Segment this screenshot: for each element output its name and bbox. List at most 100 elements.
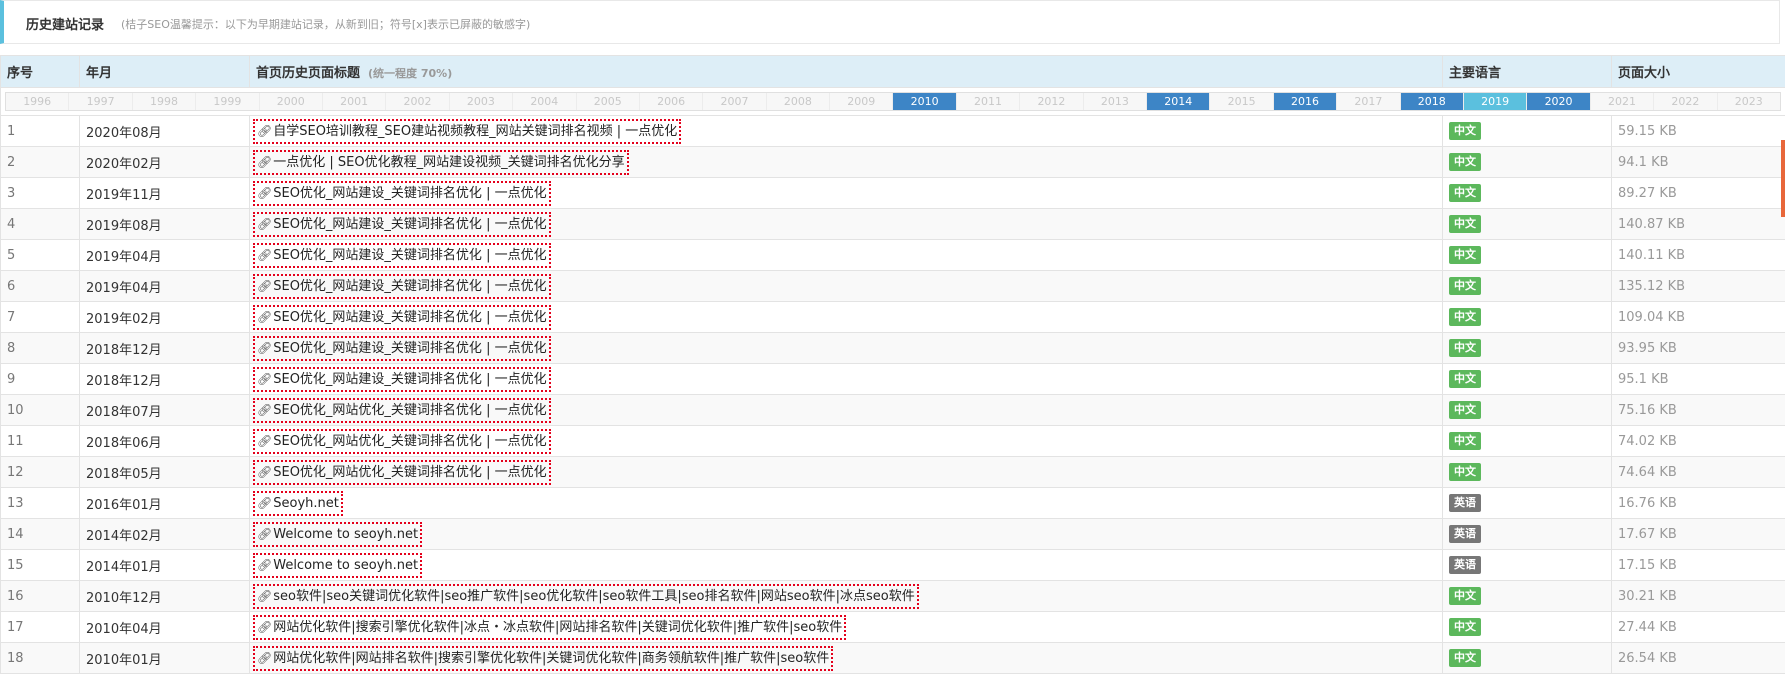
link-icon: 🔗︎: [257, 247, 273, 262]
history-title-link[interactable]: 🔗︎SEO优化_网站优化_关键词排名优化 | 一点优化: [253, 428, 551, 454]
year-tab-2007: 2007: [703, 93, 767, 110]
history-title-link[interactable]: 🔗︎Welcome to seoyh.net: [253, 521, 423, 547]
row-index: 7: [0, 301, 80, 333]
year-tab-2009: 2009: [830, 93, 894, 110]
link-icon: 🔗︎: [257, 123, 273, 138]
row-month: 2010年01月: [79, 642, 250, 674]
link-icon: 🔗︎: [257, 619, 273, 634]
history-title-link[interactable]: 🔗︎SEO优化_网站建设_关键词排名优化 | 一点优化: [253, 180, 551, 206]
row-lang-cell: 中文: [1442, 456, 1612, 488]
year-filter-row: 1996 1997 1998 1999 2000 2001 2002 2003 2004 2005…: [0, 87, 1785, 116]
row-month: 2019年02月: [79, 301, 250, 333]
link-icon: 🔗︎: [257, 278, 273, 293]
history-title-link[interactable]: 🔗︎SEO优化_网站建设_关键词排名优化 | 一点优化: [253, 273, 551, 299]
history-title-link[interactable]: 🔗︎一点优化 | SEO优化教程_网站建设视频_关键词排名优化分享: [253, 149, 629, 175]
row-month: 2018年07月: [79, 394, 250, 426]
row-size: 94.1 KB: [1611, 146, 1785, 178]
row-month: 2014年02月: [79, 518, 250, 550]
year-tab-2014[interactable]: 2014: [1147, 93, 1211, 110]
history-title-text: SEO优化_网站建设_关键词排名优化 | 一点优化: [273, 247, 547, 263]
lang-badge: 中文: [1449, 277, 1481, 295]
link-icon: 🔗︎: [257, 526, 273, 541]
history-title-link[interactable]: 🔗︎SEO优化_网站建设_关键词排名优化 | 一点优化: [253, 304, 551, 330]
lang-badge: 中文: [1449, 649, 1481, 667]
year-tab-2012: 2012: [1020, 93, 1084, 110]
year-tab-2008: 2008: [766, 93, 831, 110]
year-tab-2016[interactable]: 2016: [1273, 93, 1338, 110]
year-tab-2019[interactable]: 2019: [1463, 93, 1528, 110]
year-tab-2004: 2004: [513, 93, 577, 110]
history-title-link[interactable]: 🔗︎Welcome to seoyh.net: [253, 552, 423, 578]
table-row: 4 2019年08月 🔗︎SEO优化_网站建设_关键词排名优化 | 一点优化 中文 14…: [0, 208, 1785, 240]
row-lang-cell: 中文: [1442, 332, 1612, 364]
history-title-text: SEO优化_网站优化_关键词排名优化 | 一点优化: [273, 433, 547, 449]
link-icon: 🔗︎: [257, 309, 273, 324]
year-filter-cell: 1996 1997 1998 1999 2000 2001 2002 2003 2004 2005…: [0, 87, 1785, 116]
panel-title: 历史建站记录: [26, 18, 105, 33]
history-title-text: SEO优化_网站建设_关键词排名优化 | 一点优化: [273, 309, 547, 325]
history-title-text: SEO优化_网站建设_关键词排名优化 | 一点优化: [273, 185, 547, 201]
history-title-link[interactable]: 🔗︎SEO优化_网站建设_关键词排名优化 | 一点优化: [253, 242, 551, 268]
row-lang-cell: 中文: [1442, 363, 1612, 395]
history-title-text: SEO优化_网站优化_关键词排名优化 | 一点优化: [273, 402, 547, 418]
history-title-text: seo软件|seo关键词优化软件|seo推广软件|seo优化软件|seo软件工具…: [273, 588, 915, 604]
history-title-link[interactable]: 🔗︎网站优化软件|搜索引擎优化软件|冰点・冰点软件|网站排名软件|关键词优化软件…: [253, 614, 847, 640]
year-tab-2001: 2001: [322, 93, 387, 110]
col-size-header: 页面大小: [1611, 55, 1785, 88]
history-title-link[interactable]: 🔗︎seo软件|seo关键词优化软件|seo推广软件|seo优化软件|seo软件…: [253, 583, 919, 609]
row-index: 12: [0, 456, 80, 488]
history-title-link[interactable]: 🔗︎SEO优化_网站建设_关键词排名优化 | 一点优化: [253, 211, 551, 237]
row-lang-cell: 中文: [1442, 425, 1612, 457]
history-title-link[interactable]: 🔗︎网站优化软件|网站排名软件|搜索引擎优化软件|关键词优化软件|商务领航软件|…: [253, 645, 834, 671]
year-tab-2020[interactable]: 2020: [1527, 93, 1591, 110]
row-lang-cell: 英语: [1442, 549, 1612, 581]
year-tab-1999: 1999: [196, 93, 260, 110]
row-index: 1: [0, 115, 80, 147]
table-row: 11 2018年06月 🔗︎SEO优化_网站优化_关键词排名优化 | 一点优化 中文 7…: [0, 425, 1785, 457]
col-title-label: 首页历史页面标题: [256, 66, 361, 81]
row-lang-cell: 中文: [1442, 611, 1612, 643]
row-title-cell: 🔗︎SEO优化_网站建设_关键词排名优化 | 一点优化: [249, 270, 1443, 302]
history-title-link[interactable]: 🔗︎SEO优化_网站建设_关键词排名优化 | 一点优化: [253, 366, 551, 392]
history-title-link[interactable]: 🔗︎SEO优化_网站建设_关键词排名优化 | 一点优化: [253, 335, 551, 361]
history-title-link[interactable]: 🔗︎Seoyh.net: [253, 490, 343, 516]
row-title-cell: 🔗︎Seoyh.net: [249, 487, 1443, 519]
row-size: 27.44 KB: [1611, 611, 1785, 643]
row-title-cell: 🔗︎自学SEO培训教程_SEO建站视频教程_网站关键词排名视频 | 一点优化: [249, 115, 1443, 147]
year-tab-1997: 1997: [69, 93, 133, 110]
row-title-cell: 🔗︎Welcome to seoyh.net: [249, 518, 1443, 550]
year-tab-2018[interactable]: 2018: [1400, 93, 1464, 110]
history-title-link[interactable]: 🔗︎SEO优化_网站优化_关键词排名优化 | 一点优化: [253, 459, 551, 485]
lang-badge: 中文: [1449, 339, 1481, 357]
year-tab-2010[interactable]: 2010: [893, 93, 957, 110]
row-title-cell: 🔗︎SEO优化_网站建设_关键词排名优化 | 一点优化: [249, 208, 1443, 240]
row-lang-cell: 英语: [1442, 487, 1612, 519]
year-tab-1996: 1996: [6, 93, 70, 110]
row-size: 16.76 KB: [1611, 487, 1785, 519]
row-index: 16: [0, 580, 80, 612]
history-title-text: SEO优化_网站建设_关键词排名优化 | 一点优化: [273, 278, 547, 294]
history-title-link[interactable]: 🔗︎自学SEO培训教程_SEO建站视频教程_网站关键词排名视频 | 一点优化: [253, 118, 682, 144]
row-size: 26.54 KB: [1611, 642, 1785, 674]
table-row: 6 2019年04月 🔗︎SEO优化_网站建设_关键词排名优化 | 一点优化 中文 13…: [0, 270, 1785, 302]
row-size: 140.87 KB: [1611, 208, 1785, 240]
table-row: 1 2020年08月 🔗︎自学SEO培训教程_SEO建站视频教程_网站关键词排名视频…: [0, 115, 1785, 147]
history-title-link[interactable]: 🔗︎SEO优化_网站优化_关键词排名优化 | 一点优化: [253, 397, 551, 423]
row-size: 109.04 KB: [1611, 301, 1785, 333]
history-title-text: 自学SEO培训教程_SEO建站视频教程_网站关键词排名视频 | 一点优化: [273, 123, 678, 139]
row-title-cell: 🔗︎SEO优化_网站优化_关键词排名优化 | 一点优化: [249, 456, 1443, 488]
lang-badge: 中文: [1449, 308, 1481, 326]
row-month: 2014年01月: [79, 549, 250, 581]
table-row: 5 2019年04月 🔗︎SEO优化_网站建设_关键词排名优化 | 一点优化 中文 14…: [0, 239, 1785, 271]
year-tab-2002: 2002: [386, 93, 450, 110]
link-icon: 🔗︎: [257, 216, 273, 231]
lang-badge: 中文: [1449, 587, 1481, 605]
row-title-cell: 🔗︎SEO优化_网站建设_关键词排名优化 | 一点优化: [249, 332, 1443, 364]
link-icon: 🔗︎: [257, 402, 273, 417]
history-title-text: 网站优化软件|搜索引擎优化软件|冰点・冰点软件|网站排名软件|关键词优化软件|推…: [273, 619, 843, 635]
table-row: 15 2014年01月 🔗︎Welcome to seoyh.net 英语 17.15 …: [0, 549, 1785, 581]
lang-badge: 中文: [1449, 401, 1481, 419]
scrollbar-thumb[interactable]: [1781, 140, 1785, 217]
link-icon: 🔗︎: [257, 371, 273, 386]
row-index: 14: [0, 518, 80, 550]
